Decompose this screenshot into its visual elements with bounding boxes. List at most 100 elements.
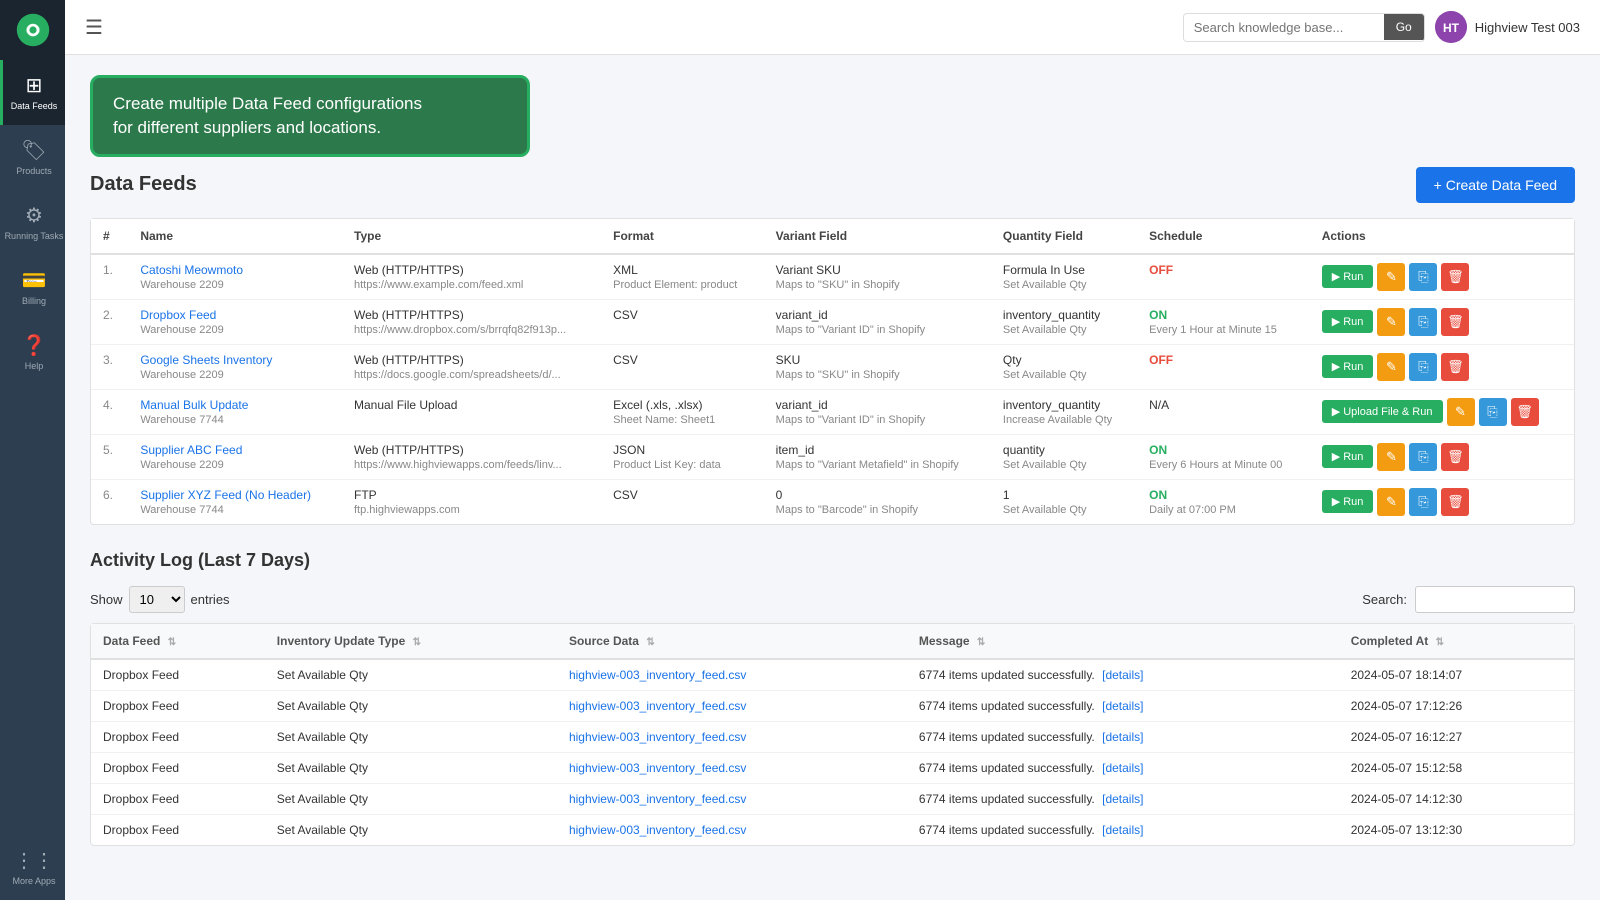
sidebar-item-help[interactable]: ❓ Help <box>0 320 65 385</box>
copy-button[interactable]: ⎘ <box>1409 308 1437 336</box>
copy-button[interactable]: ⎘ <box>1409 263 1437 291</box>
feed-warehouse: Warehouse 2209 <box>140 279 330 291</box>
edit-button[interactable]: ✎ <box>1377 353 1405 381</box>
sidebar-item-more-apps[interactable]: ⋮⋮ More Apps <box>0 835 65 900</box>
log-details-link[interactable]: [details] <box>1102 730 1143 744</box>
delete-button[interactable]: 🗑 <box>1441 488 1469 516</box>
row-format: JSON Product List Key: data <box>601 434 764 479</box>
row-actions: ▶ Run ✎ ⎘ 🗑 <box>1310 479 1574 524</box>
upload-run-button[interactable]: ▶ Upload File & Run <box>1322 400 1443 423</box>
log-source: highview-003_inventory_feed.csv <box>557 690 907 721</box>
run-button[interactable]: ▶ Run <box>1322 490 1374 513</box>
sort-icon-feed[interactable]: ⇅ <box>168 637 176 648</box>
log-details-link[interactable]: [details] <box>1102 699 1143 713</box>
log-feed: Dropbox Feed <box>91 690 265 721</box>
feed-row: 2. Dropbox Feed Warehouse 2209 Web (HTTP… <box>91 299 1574 344</box>
col-type: Type <box>342 219 601 254</box>
sidebar-item-data-feeds-label: Data Feeds <box>11 101 58 112</box>
feed-name-link[interactable]: Supplier ABC Feed <box>140 443 242 457</box>
feed-row: 4. Manual Bulk Update Warehouse 7744 Man… <box>91 389 1574 434</box>
main-content: ☰ Go HT Highview Test 003 Create multipl <box>65 0 1600 900</box>
log-message: 6774 items updated successfully. [detail… <box>907 690 1339 721</box>
log-details-link[interactable]: [details] <box>1102 792 1143 806</box>
log-source-link[interactable]: highview-003_inventory_feed.csv <box>569 792 746 806</box>
edit-button[interactable]: ✎ <box>1377 443 1405 471</box>
schedule-off: OFF <box>1149 263 1173 277</box>
run-button[interactable]: ▶ Run <box>1322 445 1374 468</box>
log-completed: 2024-05-07 18:14:07 <box>1339 659 1574 691</box>
feed-row: 5. Supplier ABC Feed Warehouse 2209 Web … <box>91 434 1574 479</box>
log-row: Dropbox Feed Set Available Qty highview-… <box>91 783 1574 814</box>
knowledge-search-button[interactable]: Go <box>1384 14 1424 40</box>
sort-icon-completed[interactable]: ⇅ <box>1436 637 1444 648</box>
log-source-link[interactable]: highview-003_inventory_feed.csv <box>569 699 746 713</box>
copy-button[interactable]: ⎘ <box>1409 443 1437 471</box>
delete-button[interactable]: 🗑 <box>1441 263 1469 291</box>
hamburger-menu[interactable]: ☰ <box>85 15 103 40</box>
row-type: Web (HTTP/HTTPS) https://www.dropbox.com… <box>342 299 601 344</box>
edit-button[interactable]: ✎ <box>1377 308 1405 336</box>
edit-button[interactable]: ✎ <box>1377 263 1405 291</box>
run-button[interactable]: ▶ Run <box>1322 355 1374 378</box>
schedule-detail: Every 1 Hour at Minute 15 <box>1149 324 1298 336</box>
log-source-link[interactable]: highview-003_inventory_feed.csv <box>569 761 746 775</box>
col-qty: Quantity Field <box>991 219 1137 254</box>
sort-icon-source[interactable]: ⇅ <box>646 637 654 648</box>
format-sub: Product List Key: data <box>613 459 752 471</box>
actions-cell: ▶ Run ✎ ⎘ 🗑 <box>1322 488 1562 516</box>
edit-button[interactable]: ✎ <box>1447 398 1475 426</box>
log-source-link[interactable]: highview-003_inventory_feed.csv <box>569 823 746 837</box>
delete-button[interactable]: 🗑 <box>1441 308 1469 336</box>
qty-sub: Set Available Qty <box>1003 324 1125 336</box>
sidebar-item-billing[interactable]: 💳 Billing <box>0 255 65 320</box>
row-type: Manual File Upload <box>342 389 601 434</box>
show-entries-select[interactable]: 102550100 <box>129 586 185 613</box>
edit-button[interactable]: ✎ <box>1377 488 1405 516</box>
log-completed: 2024-05-07 17:12:26 <box>1339 690 1574 721</box>
row-qty: inventory_quantity Increase Available Qt… <box>991 389 1137 434</box>
copy-button[interactable]: ⎘ <box>1409 353 1437 381</box>
feed-name-link[interactable]: Catoshi Meowmoto <box>140 263 243 277</box>
log-source-link[interactable]: highview-003_inventory_feed.csv <box>569 730 746 744</box>
copy-button[interactable]: ⎘ <box>1479 398 1507 426</box>
row-type: Web (HTTP/HTTPS) https://www.example.com… <box>342 254 601 300</box>
activity-log-title: Activity Log (Last 7 Days) <box>90 550 1575 571</box>
row-qty: 1 Set Available Qty <box>991 479 1137 524</box>
activity-log-section: Activity Log (Last 7 Days) Show 10255010… <box>90 550 1575 846</box>
sort-icon-message[interactable]: ⇅ <box>977 637 985 648</box>
feed-name-link[interactable]: Google Sheets Inventory <box>140 353 272 367</box>
log-details-link[interactable]: [details] <box>1102 668 1143 682</box>
create-data-feed-button[interactable]: + Create Data Feed <box>1416 167 1575 203</box>
row-name: Google Sheets Inventory Warehouse 2209 <box>128 344 342 389</box>
run-button[interactable]: ▶ Run <box>1322 310 1374 333</box>
row-name: Supplier ABC Feed Warehouse 2209 <box>128 434 342 479</box>
delete-button[interactable]: 🗑 <box>1511 398 1539 426</box>
run-button[interactable]: ▶ Run <box>1322 265 1374 288</box>
row-variant: item_id Maps to "Variant Metafield" in S… <box>764 434 991 479</box>
row-actions: ▶ Upload File & Run ✎ ⎘ 🗑 <box>1310 389 1574 434</box>
feed-name-link[interactable]: Supplier XYZ Feed (No Header) <box>140 488 311 502</box>
log-table: Data Feed ⇅ Inventory Update Type ⇅ Sour… <box>91 624 1574 845</box>
log-row: Dropbox Feed Set Available Qty highview-… <box>91 659 1574 691</box>
sidebar-item-running-tasks[interactable]: ⚙ Running Tasks <box>0 190 65 255</box>
feed-name-link[interactable]: Manual Bulk Update <box>140 398 248 412</box>
sort-icon-type[interactable]: ⇅ <box>413 637 421 648</box>
svg-text:HT: HT <box>1443 21 1460 35</box>
feed-name-link[interactable]: Dropbox Feed <box>140 308 216 322</box>
delete-button[interactable]: 🗑 <box>1441 443 1469 471</box>
sidebar-item-products[interactable]: 🏷 Products <box>0 125 65 190</box>
log-source-link[interactable]: highview-003_inventory_feed.csv <box>569 668 746 682</box>
delete-button[interactable]: 🗑 <box>1441 353 1469 381</box>
row-name: Dropbox Feed Warehouse 2209 <box>128 299 342 344</box>
row-schedule: ONEvery 1 Hour at Minute 15 <box>1137 299 1310 344</box>
knowledge-search-input[interactable] <box>1184 14 1384 41</box>
log-search-input[interactable] <box>1415 586 1575 613</box>
log-details-link[interactable]: [details] <box>1102 761 1143 775</box>
sidebar-item-data-feeds[interactable]: ⊞ Data Feeds <box>0 60 65 125</box>
app-logo[interactable] <box>0 0 65 60</box>
log-details-link[interactable]: [details] <box>1102 823 1143 837</box>
copy-button[interactable]: ⎘ <box>1409 488 1437 516</box>
row-schedule: ONDaily at 07:00 PM <box>1137 479 1310 524</box>
actions-cell: ▶ Upload File & Run ✎ ⎘ 🗑 <box>1322 398 1562 426</box>
data-feeds-icon: ⊞ <box>26 73 43 98</box>
